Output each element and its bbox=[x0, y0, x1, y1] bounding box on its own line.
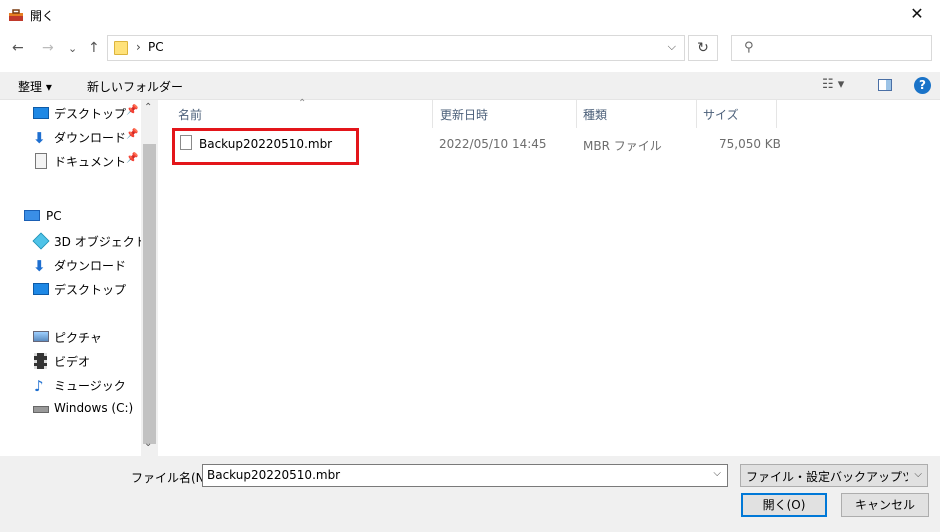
sort-ascending-icon: ⌃ bbox=[298, 98, 307, 109]
filename-value: Backup20220510.mbr bbox=[207, 468, 341, 482]
pin-icon[interactable]: 📌 bbox=[126, 105, 138, 116]
column-divider[interactable] bbox=[776, 100, 777, 128]
sidebar-item-desktop-quick[interactable]: デスクトップ 📌 bbox=[0, 102, 140, 124]
highlight-box bbox=[172, 128, 359, 165]
sidebar-scrollbar[interactable]: ⌃ ⌄ bbox=[141, 100, 158, 456]
navigation-pane: デスクトップ 📌 ⬇ ダウンロード 📌 ドキュメント 📌 PC 3D オブジェク… bbox=[0, 100, 158, 456]
download-icon: ⬇ bbox=[33, 257, 46, 275]
column-header-modified[interactable]: 更新日時 bbox=[440, 106, 488, 123]
chevron-down-icon[interactable]: ⌵ bbox=[713, 468, 721, 479]
pc-icon bbox=[24, 210, 40, 221]
video-icon bbox=[34, 353, 47, 369]
window-title: 開く bbox=[30, 9, 55, 23]
filename-input[interactable]: Backup20220510.mbr ⌵ bbox=[202, 464, 728, 487]
forward-button[interactable]: → bbox=[42, 40, 54, 56]
document-icon bbox=[35, 153, 47, 169]
app-toolbox-icon bbox=[9, 9, 23, 21]
3d-objects-icon bbox=[32, 232, 50, 250]
desktop-icon bbox=[33, 283, 49, 295]
sidebar-item-label: Windows (C:) bbox=[54, 401, 134, 415]
preview-pane-icon[interactable] bbox=[878, 79, 892, 91]
sidebar-item-pictures[interactable]: ピクチャ bbox=[0, 326, 140, 348]
sidebar-item-label: 3D オブジェクト bbox=[54, 235, 147, 249]
search-input[interactable]: ⚲ bbox=[731, 35, 932, 61]
file-modified: 2022/05/10 14:45 bbox=[439, 137, 547, 151]
pin-icon[interactable]: 📌 bbox=[126, 129, 138, 140]
sidebar-item-label: ピクチャ bbox=[54, 331, 102, 345]
desktop-icon bbox=[33, 107, 49, 119]
refresh-button[interactable]: ↻ bbox=[688, 35, 718, 61]
breadcrumb-separator: › bbox=[136, 40, 141, 54]
sidebar-item-downloads[interactable]: ⬇ ダウンロード bbox=[0, 254, 140, 276]
scrollbar-thumb[interactable] bbox=[143, 144, 156, 444]
file-type: MBR ファイル bbox=[583, 139, 662, 153]
column-divider[interactable] bbox=[432, 100, 433, 128]
column-divider[interactable] bbox=[576, 100, 577, 128]
sidebar-item-videos[interactable]: ビデオ bbox=[0, 350, 140, 372]
cancel-button[interactable]: キャンセル bbox=[841, 493, 929, 517]
new-folder-button[interactable]: 新しいフォルダー bbox=[87, 78, 183, 95]
filetype-select[interactable]: ファイル・設定バックアップツール バッ ⌵ bbox=[740, 464, 928, 487]
sidebar-item-label: ダウンロード bbox=[54, 259, 127, 273]
scroll-down-icon[interactable]: ⌄ bbox=[144, 438, 152, 449]
drive-icon bbox=[33, 406, 49, 413]
sidebar-item-label: デスクトップ bbox=[54, 283, 127, 297]
up-button[interactable]: ↑ bbox=[88, 40, 100, 56]
dialog-footer: ファイル名(N): Backup20220510.mbr ⌵ ファイル・設定バッ… bbox=[0, 456, 940, 532]
sidebar-item-label: デスクトップ bbox=[54, 107, 127, 121]
command-bar: 整理 ▾ 新しいフォルダー ☷ ▾ ? bbox=[0, 72, 940, 100]
sidebar-item-label: ビデオ bbox=[54, 355, 91, 369]
column-divider[interactable] bbox=[696, 100, 697, 128]
sidebar-item-music[interactable]: ♪ ミュージック bbox=[0, 374, 140, 396]
column-header-name[interactable]: 名前 bbox=[178, 106, 202, 123]
help-icon[interactable]: ? bbox=[914, 77, 931, 94]
chevron-down-icon[interactable]: ⌵ bbox=[914, 469, 922, 480]
address-bar[interactable]: › PC ⌵ bbox=[107, 35, 685, 61]
title-bar: 開く ✕ bbox=[0, 0, 940, 30]
sidebar-item-desktop[interactable]: デスクトップ bbox=[0, 278, 140, 300]
sidebar-item-pc[interactable]: PC bbox=[0, 206, 140, 228]
file-size: 75,050 KB bbox=[719, 137, 781, 151]
back-button[interactable]: ← bbox=[12, 40, 24, 56]
music-icon: ♪ bbox=[34, 377, 44, 395]
download-icon: ⬇ bbox=[33, 129, 46, 147]
search-icon: ⚲ bbox=[744, 40, 754, 55]
sidebar-item-label: ダウンロード bbox=[54, 131, 127, 145]
address-dropdown-icon[interactable]: ⌵ bbox=[668, 40, 676, 54]
sidebar-item-label: PC bbox=[46, 209, 62, 223]
folder-icon bbox=[114, 41, 128, 55]
view-options-button[interactable]: ☷ ▾ bbox=[822, 77, 844, 92]
sidebar-item-label: ドキュメント bbox=[54, 155, 127, 169]
sidebar-item-label: ミュージック bbox=[54, 379, 126, 393]
sidebar-item-documents-quick[interactable]: ドキュメント 📌 bbox=[0, 150, 140, 172]
recent-locations-button[interactable]: ⌄ bbox=[68, 42, 77, 55]
close-button[interactable]: ✕ bbox=[894, 0, 940, 30]
filetype-value: ファイル・設定バックアップツール バッ bbox=[746, 470, 908, 484]
open-button[interactable]: 開く(O) bbox=[741, 493, 827, 517]
breadcrumb-pc[interactable]: PC bbox=[148, 40, 164, 54]
column-header-size[interactable]: サイズ bbox=[703, 106, 739, 123]
scroll-up-icon[interactable]: ⌃ bbox=[144, 102, 152, 113]
pictures-icon bbox=[33, 331, 49, 342]
organize-button[interactable]: 整理 ▾ bbox=[18, 78, 52, 95]
sidebar-item-downloads-quick[interactable]: ⬇ ダウンロード 📌 bbox=[0, 126, 140, 148]
sidebar-item-3d-objects[interactable]: 3D オブジェクト bbox=[0, 230, 147, 252]
sidebar-item-drive-c[interactable]: Windows (C:) bbox=[0, 398, 140, 420]
column-header-type[interactable]: 種類 bbox=[583, 106, 607, 123]
pin-icon[interactable]: 📌 bbox=[126, 153, 138, 164]
